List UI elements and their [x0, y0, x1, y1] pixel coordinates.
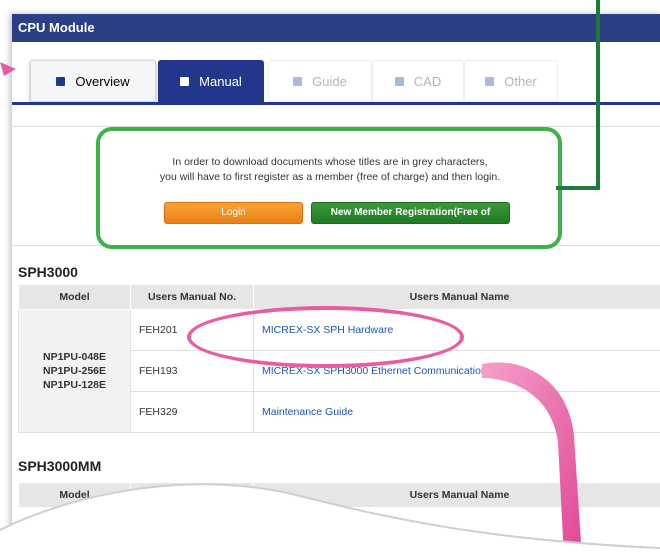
tab-label: Guide	[312, 73, 347, 89]
page-title: CPU Module	[18, 20, 95, 35]
manual-no: FEH329	[130, 391, 254, 433]
page-header: CPU Module	[12, 14, 660, 42]
highlight-ellipse	[187, 306, 464, 368]
tab-guide[interactable]: Guide	[268, 60, 372, 102]
pointer-arrow-icon	[0, 62, 16, 76]
square-icon	[180, 76, 190, 86]
model-name: NP1PU-256E	[42, 365, 107, 377]
highlight-frame	[96, 127, 562, 249]
tab-label: Other	[504, 73, 537, 89]
model-name: NP1PU-048E	[42, 351, 107, 363]
tab-overview[interactable]: Overview	[30, 60, 156, 102]
model-name: NP1PU-128E	[42, 379, 107, 391]
section-title-sph3000: SPH3000	[18, 264, 78, 280]
tab-label: Manual	[199, 73, 242, 89]
manual-link[interactable]: Maintenance Guide	[253, 391, 660, 433]
square-icon	[293, 76, 303, 86]
callout-line	[596, 0, 600, 190]
tab-manual[interactable]: Manual	[158, 60, 264, 102]
square-icon	[56, 76, 66, 86]
square-icon	[394, 76, 404, 86]
tab-bar: Overview Manual Guide CAD Other	[12, 60, 660, 106]
model-cell: NP1PU-048E NP1PU-256E NP1PU-128E	[18, 309, 131, 433]
callout-line	[556, 186, 600, 190]
tab-cad[interactable]: CAD	[372, 60, 464, 102]
tab-other[interactable]: Other	[464, 60, 558, 102]
square-icon	[485, 76, 495, 86]
column-header-model: Model	[18, 284, 131, 310]
page-curl	[0, 483, 660, 558]
column-header-manual-no: Users Manual No.	[130, 284, 254, 310]
tab-underline	[12, 102, 660, 105]
tab-label: Overview	[75, 73, 130, 89]
tab-label: CAD	[413, 73, 442, 89]
